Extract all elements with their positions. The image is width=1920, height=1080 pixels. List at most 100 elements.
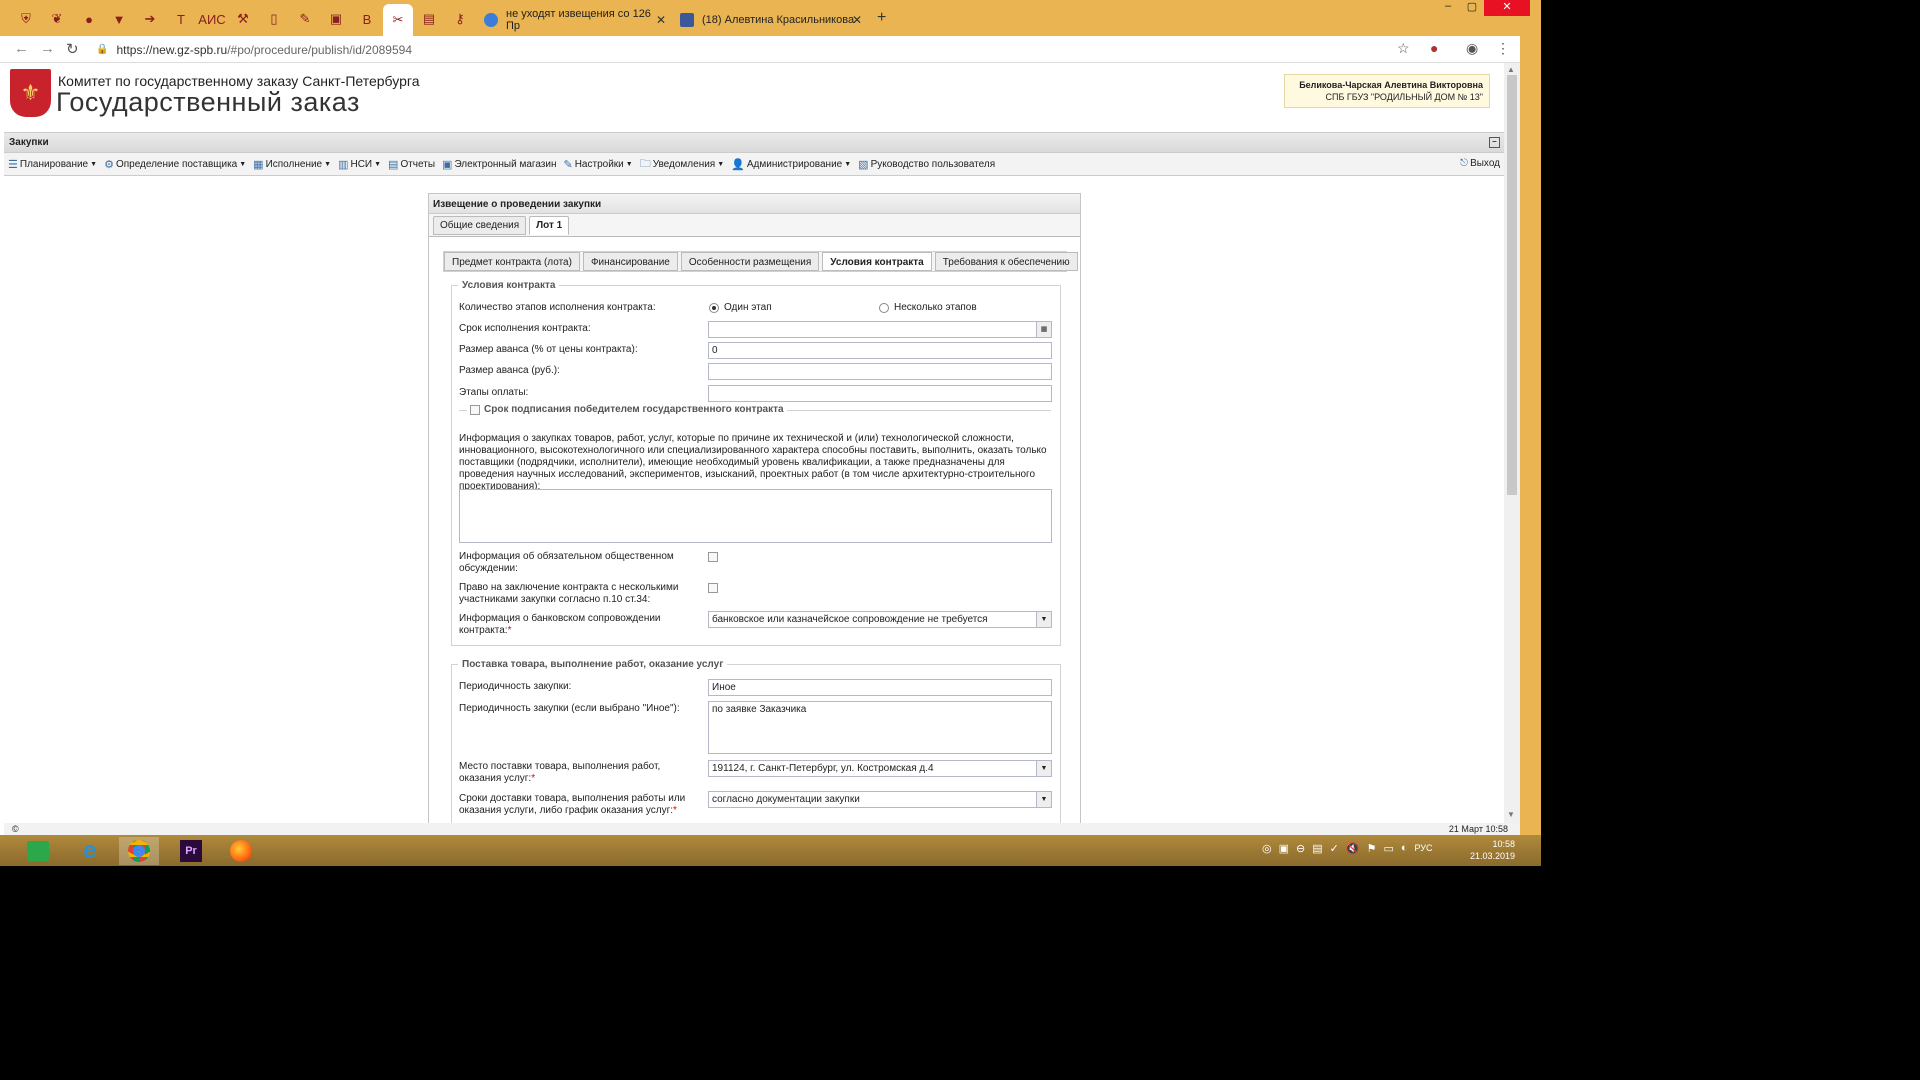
logout-button[interactable]: ⎋ Выход xyxy=(1460,158,1500,169)
minimize-icon[interactable]: – xyxy=(1436,0,1460,16)
menu-nastroyki[interactable]: ✎ Настройки ▼ xyxy=(563,158,632,171)
tab-general[interactable]: Общие сведения xyxy=(433,216,527,235)
clock-time: 10:58 xyxy=(1492,839,1516,849)
profile-avatar[interactable]: ◉ xyxy=(1466,40,1478,57)
bookmark-star-icon[interactable]: ☆ xyxy=(1397,40,1410,57)
tab-lot-1[interactable]: Лот 1 xyxy=(529,216,570,235)
advance-pct-input[interactable]: 0 xyxy=(708,342,1052,359)
tray-app-icon[interactable]: ◐ xyxy=(1401,842,1408,855)
battery-icon[interactable]: ▭ xyxy=(1383,842,1393,855)
clock-date: 21.03.2019 xyxy=(1470,851,1516,861)
pinned-tab-b[interactable]: B xyxy=(354,6,380,32)
reload-icon[interactable]: ↻ xyxy=(66,40,79,58)
window-border xyxy=(1520,36,1541,866)
tray-app-icon[interactable]: ◎ xyxy=(1262,842,1272,855)
network-icon[interactable]: ⚑ xyxy=(1367,842,1377,855)
delivery-terms-select[interactable]: согласно документации закупки ▼ xyxy=(708,791,1052,808)
maximize-icon[interactable]: ▢ xyxy=(1460,0,1484,16)
volume-muted-icon[interactable]: 🔇 xyxy=(1346,842,1360,855)
firefox-app-icon[interactable] xyxy=(221,837,261,865)
pinned-tab-key[interactable]: ⚷ xyxy=(447,6,473,32)
tech-complexity-textarea[interactable] xyxy=(459,489,1052,543)
pinned-tab-ribbon[interactable]: ▼ xyxy=(106,6,132,32)
menu-rukovodstvo[interactable]: ▧ Руководство пользователя xyxy=(858,158,995,171)
subtab-trebovaniya[interactable]: Требования к обеспечению xyxy=(934,252,1078,271)
address-bar[interactable]: 🔒 https://new.gz-spb.ru/#po/procedure/pu… xyxy=(96,39,1416,60)
chrome-app-icon[interactable] xyxy=(119,837,159,865)
payment-stages-input[interactable] xyxy=(708,385,1052,402)
internet-explorer-icon[interactable]: e xyxy=(70,837,110,865)
stages-label: Количество этапов исполнения контракта: xyxy=(459,302,656,313)
pinned-tab-tool[interactable]: ⚒ xyxy=(230,6,256,32)
menu-uvedomleniya[interactable]: 🗀 Уведомления ▼ xyxy=(640,155,724,174)
signing-toggle[interactable]: Срок подписания победителем государствен… xyxy=(467,404,787,415)
tray-app-icon[interactable]: ▤ xyxy=(1312,842,1322,855)
multi-participants-checkbox[interactable] xyxy=(708,583,718,593)
public-discussion-checkbox[interactable] xyxy=(708,552,718,562)
period-other-label: Периодичность закупки (если выбрано "Ино… xyxy=(459,703,680,714)
back-icon[interactable]: ← xyxy=(14,40,29,57)
language-indicator[interactable]: РУС xyxy=(1415,843,1433,855)
scroll-thumb[interactable] xyxy=(1507,75,1517,495)
menu-opredelenie[interactable]: ⚙ Определение поставщика ▼ xyxy=(104,158,246,171)
scroll-down-icon[interactable]: ▼ xyxy=(1507,810,1515,819)
subtab-usloviya[interactable]: Условия контракта xyxy=(822,252,932,271)
section-bar: Закупки – xyxy=(4,132,1504,153)
subtab-finansirovanie[interactable]: Финансирование xyxy=(582,252,678,271)
tray-app-icon[interactable]: ▣ xyxy=(1279,842,1289,855)
chevron-down-icon[interactable]: ▼ xyxy=(1036,761,1051,776)
forward-icon[interactable]: → xyxy=(40,40,55,57)
subtab-osobennosti[interactable]: Особенности размещения xyxy=(680,252,820,271)
pinned-tab-arrow[interactable]: ➔ xyxy=(137,6,163,32)
taskbar-clock[interactable]: 10:58 21.03.2019 xyxy=(1470,838,1515,862)
tray-app-icon[interactable]: ⊖ xyxy=(1296,842,1305,855)
place-select[interactable]: 191124, г. Санкт-Петербург, ул. Костромс… xyxy=(708,760,1052,777)
menu-planirovanie[interactable]: ☰ Планирование ▼ xyxy=(8,158,97,171)
tab-facebook[interactable]: (18) Алевтина Красильникова ✕ xyxy=(672,4,868,36)
signing-checkbox[interactable] xyxy=(470,404,480,415)
bank-support-select[interactable]: банковское или казначейское сопровождени… xyxy=(708,611,1052,628)
pinned-tab-ais[interactable]: АИС xyxy=(198,6,225,32)
tray-app-icon[interactable]: ✓ xyxy=(1330,842,1339,855)
chrome-menu-icon[interactable]: ⋮ xyxy=(1496,40,1510,57)
radio-one-stage[interactable]: Один этап xyxy=(709,302,772,313)
menu-ispolnenie[interactable]: ▦ Исполнение ▼ xyxy=(253,158,331,171)
extension-icon[interactable]: ● xyxy=(1430,40,1438,56)
menu-nsi[interactable]: ▥ НСИ ▼ xyxy=(338,158,381,171)
calendar-icon[interactable]: ▦ xyxy=(1036,322,1051,337)
required-mark: * xyxy=(507,625,512,636)
pinned-tab-bus[interactable]: ▣ xyxy=(323,6,349,32)
spb-coat-of-arms-logo: ⚜ xyxy=(10,69,51,117)
pinned-tab-scissors-active[interactable]: ✂ xyxy=(383,4,413,36)
period-input[interactable]: Иное xyxy=(708,679,1052,696)
pinned-tab-doc[interactable]: ▯ xyxy=(261,6,287,32)
tab-close-icon[interactable]: ✕ xyxy=(852,13,862,27)
store-app-icon[interactable] xyxy=(18,837,58,865)
page-scrollbar[interactable]: ▲ ▼ xyxy=(1504,63,1520,823)
menu-otchety[interactable]: ▤ Отчеты xyxy=(388,158,435,171)
scroll-up-icon[interactable]: ▲ xyxy=(1507,65,1515,74)
pinned-tab-card[interactable]: ▤ xyxy=(416,6,442,32)
pinned-tab-flag[interactable]: ⛨ xyxy=(13,6,39,32)
tab-close-icon[interactable]: ✕ xyxy=(656,13,666,27)
pinned-tab-leaf[interactable]: ❦ xyxy=(44,6,70,32)
term-date-field[interactable]: ▦ xyxy=(708,321,1052,338)
pinned-tab-t[interactable]: T xyxy=(168,6,194,32)
pinned-tab-circle[interactable]: ● xyxy=(76,6,102,32)
period-other-textarea[interactable]: по заявке Заказчика xyxy=(708,701,1052,754)
lot-subtabs: Предмет контракта (лота) Финансирование … xyxy=(443,251,1078,272)
collapse-icon[interactable]: – xyxy=(1489,137,1500,148)
tab-izveshcheniya[interactable]: не уходят извещения со 126 Пр ✕ xyxy=(476,4,672,36)
menu-emagazin[interactable]: ▣ Электронный магазин xyxy=(442,158,556,171)
new-tab-button[interactable]: + xyxy=(877,9,886,27)
menu-administrirovanie[interactable]: 👤 Администрирование ▼ xyxy=(731,158,851,171)
advance-rub-input[interactable] xyxy=(708,363,1052,380)
premiere-app-icon[interactable]: Pr xyxy=(171,837,211,865)
chevron-down-icon[interactable]: ▼ xyxy=(1036,612,1051,627)
chevron-down-icon[interactable]: ▼ xyxy=(1036,792,1051,807)
pinned-tab-pen[interactable]: ✎ xyxy=(292,6,318,32)
subtab-predmet[interactable]: Предмет контракта (лота) xyxy=(444,252,580,271)
close-window-icon[interactable]: ✕ xyxy=(1484,0,1530,16)
payment-stages-label: Этапы оплаты: xyxy=(459,387,529,398)
radio-many-stages[interactable]: Несколько этапов xyxy=(879,302,977,313)
